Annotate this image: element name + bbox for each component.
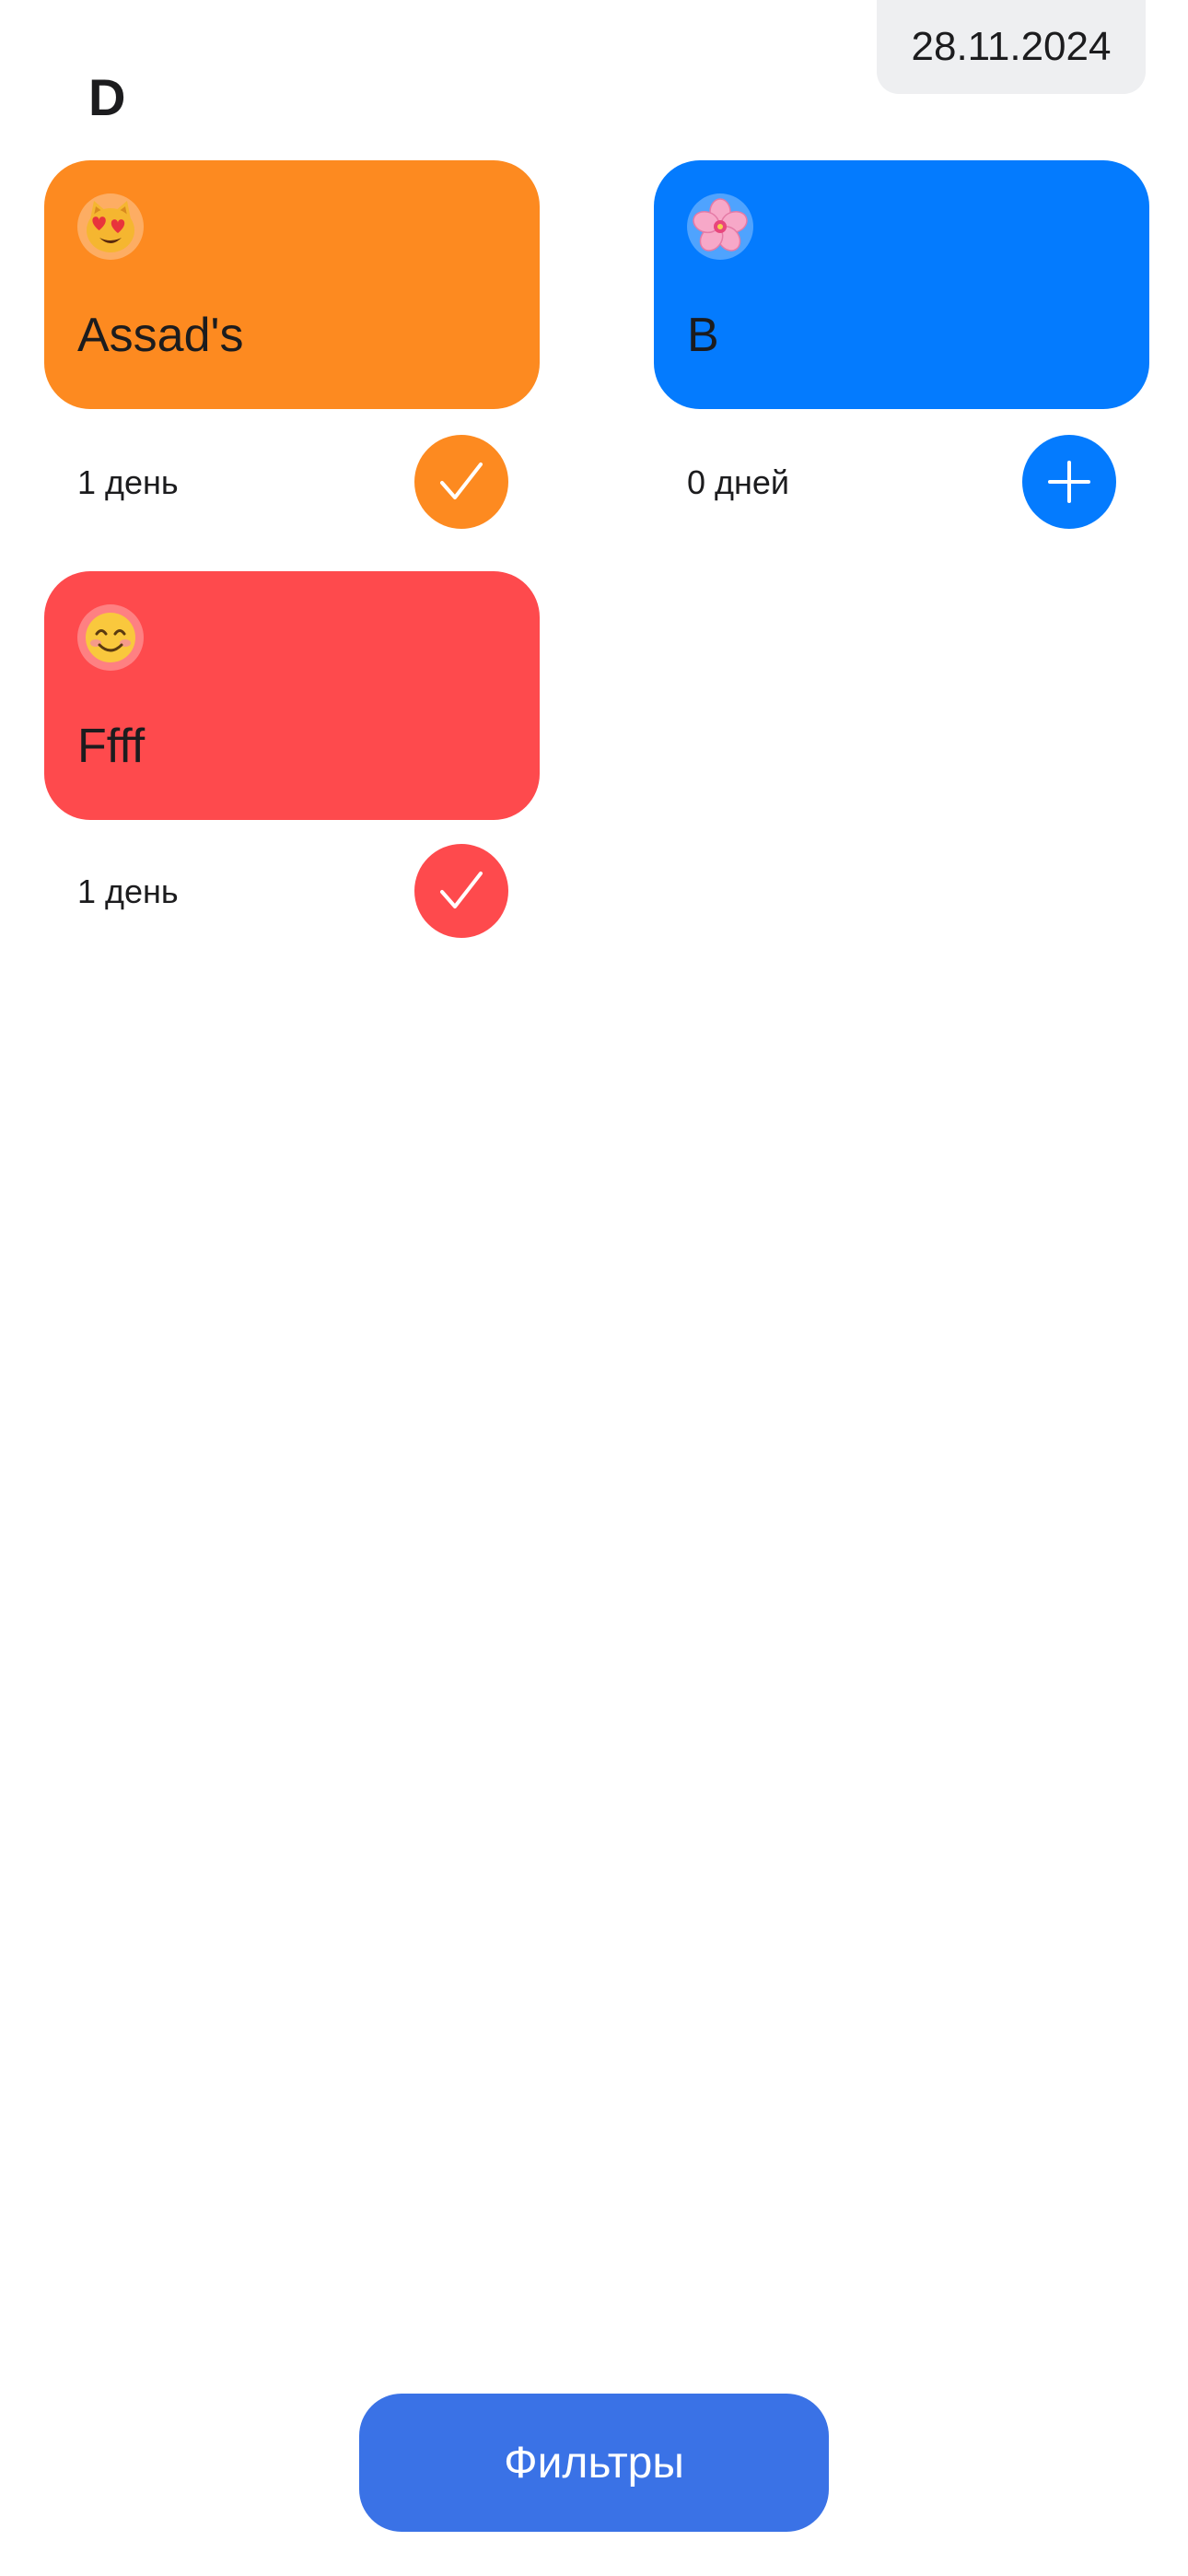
habit-check-button[interactable] [414,435,508,529]
page-title: D [88,68,126,126]
habit-streak-count: 1 день [77,463,179,501]
habit-add-button[interactable] [1022,435,1116,529]
filters-button[interactable]: Фильтры [359,2394,829,2532]
habit-card-b[interactable]: B [654,160,1149,409]
smiling-face-icon [77,604,144,671]
smiling-cat-heart-eyes-icon [77,193,144,260]
habit-name: Ffff [77,720,146,773]
habit-name: B [687,309,719,362]
date-button[interactable]: 28.11.2024 [877,0,1146,94]
cherry-blossom-icon [687,193,753,260]
habit-streak-count: 1 день [77,872,179,910]
plus-icon [1048,461,1090,503]
habit-card-assads[interactable]: Assad's [44,160,540,409]
habit-check-button[interactable] [414,844,508,938]
habit-name: Assad's [77,309,244,362]
checkmark-icon [440,872,483,908]
checkmark-icon [440,463,483,499]
habit-streak-count: 0 дней [687,463,790,501]
habit-card-ffff[interactable]: Ffff [44,571,540,820]
